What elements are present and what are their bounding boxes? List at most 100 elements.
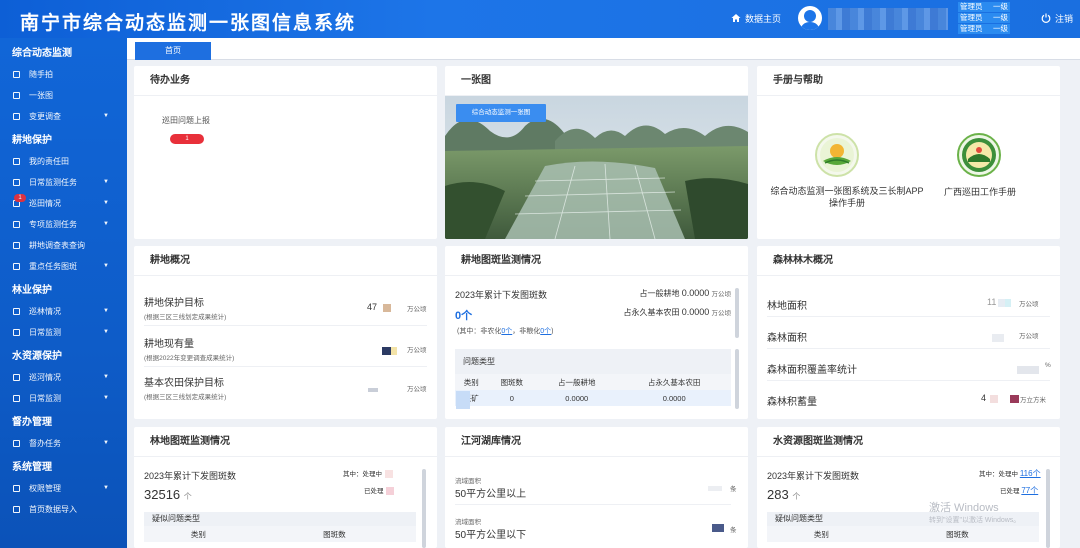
col-header: 占一般耕地 <box>558 377 596 387</box>
sidebar-section-title: 耕地保护 <box>12 135 52 146</box>
tab-home[interactable]: 首页 <box>135 42 211 60</box>
lake-row: 流域面积 50平方公里以上 条 <box>455 475 737 505</box>
sidebar-item-onemap[interactable]: 一张图 <box>0 85 127 106</box>
field-icon <box>13 158 20 165</box>
role-badge: 管理员 一级 <box>958 2 1010 12</box>
logout-button[interactable]: 注销 <box>1041 12 1073 25</box>
patrol-manual-link[interactable]: 广西巡田工作手册 <box>925 185 1035 198</box>
manual-link[interactable]: 综合动态监测一张图系统及三长制APP操作手册 <box>767 185 927 209</box>
scrollbar[interactable] <box>735 349 739 409</box>
row-label: 林地面积 <box>767 301 807 312</box>
table-header-row: 类别 图斑数 <box>767 526 1039 542</box>
row-label: 森林面积覆盖率统计 <box>767 365 857 376</box>
farmland-row: 基本农田保护目标 (根据三区三线划定成果统计) 万公顷 <box>144 374 427 406</box>
col-header: 类别 <box>463 377 479 387</box>
monitor-icon <box>13 329 20 336</box>
farmland-card: 耕地概况 耕地保护目标 (根据三区三线划定成果统计) 47 万公顷 耕地现有量 … <box>134 246 437 419</box>
todo-item-label[interactable]: 巡田问题上报 <box>162 115 210 126</box>
lake-row: 流域面积 50平方公里以下 条 <box>455 516 737 546</box>
sidebar-item-field-patrol[interactable]: 1 巡田情况 ▼ <box>0 193 127 214</box>
scrollbar[interactable] <box>422 469 426 548</box>
row-value-redacted <box>1017 361 1039 379</box>
card-title: 待办业务 <box>134 66 437 96</box>
gear-icon <box>13 485 20 492</box>
chevron-down-icon: ▼ <box>103 221 109 227</box>
home-icon <box>731 13 741 25</box>
row-value: 11 <box>987 297 1012 307</box>
map-icon <box>13 92 20 99</box>
forest-card: 森林林木概况 林地面积 11 万公顷 森林面积 万公顷 森林面积覆盖率统计 % … <box>757 246 1060 419</box>
sidebar-item-change-survey[interactable]: 变更调查 ▼ <box>0 106 127 127</box>
table-cell: 0.0000 <box>662 393 686 403</box>
chevron-down-icon: ▼ <box>103 485 109 491</box>
sidebar-item-key-patches[interactable]: 重点任务图斑 ▼ <box>0 256 127 277</box>
help-card: 手册与帮助 综合动态监测一张图系统及三长制APP操作手册 广西巡田工作手册 <box>757 66 1060 239</box>
processed-link[interactable]: 77个 <box>1021 486 1038 495</box>
table-header-row: 类别 图斑数 <box>144 526 416 542</box>
todo-card: 待办业务 巡田问题上报 1 <box>134 66 437 239</box>
forest-row: 森林面积 万公顷 <box>767 318 1050 349</box>
row-value: 4 <box>981 393 1020 403</box>
col-header: 图斑数 <box>500 377 524 387</box>
todo-count-badge[interactable]: 1 <box>170 134 204 144</box>
row-value: 47 <box>367 302 392 312</box>
role-list: 管理员 一级 管理员 一级 管理员 一级 <box>958 2 1010 35</box>
general-farmland-stat: 占一般耕地 0.0000 万公顷 <box>639 288 732 298</box>
row-unit: 万公顷 <box>407 347 427 354</box>
scrollbar[interactable] <box>735 288 739 338</box>
avatar[interactable] <box>798 6 822 30</box>
processing-link[interactable]: 116个 <box>1020 469 1041 478</box>
tab-bar: 首页 <box>127 38 1080 60</box>
row-sub: 流域面积 <box>455 519 481 526</box>
col-header: 图斑数 <box>323 529 346 539</box>
role-badge: 管理员 一级 <box>958 24 1010 34</box>
processed-stat: 已处理 77个 <box>1000 486 1039 495</box>
sidebar-item-my-fields[interactable]: 我的责任田 <box>0 151 127 172</box>
farmland-row: 耕地现有量 (根据2022年变更调查成果统计) 万公顷 <box>144 335 427 367</box>
table-row[interactable]: 采矿 0 0.0000 0.0000 <box>455 390 731 406</box>
row-value-redacted <box>992 329 1004 347</box>
row-unit: 万公顷 <box>407 306 427 313</box>
sidebar-item-forest-daily[interactable]: 日常监测 ▼ <box>0 322 127 343</box>
sidebar-item-permissions[interactable]: 权限管理 ▼ <box>0 478 127 499</box>
sidebar-item-data-import[interactable]: 首页数据导入 <box>0 499 127 520</box>
chevron-down-icon: ▼ <box>103 374 109 380</box>
sidebar-item-daily-tasks[interactable]: 日常监测任务 ▼ <box>0 172 127 193</box>
home-link[interactable]: 数据主页 <box>731 12 781 25</box>
sidebar-item-forest-patrol[interactable]: 巡林情况 ▼ <box>0 301 127 322</box>
card-title: 手册与帮助 <box>757 66 1060 96</box>
sidebar-item-snapshot[interactable]: 随手拍 <box>0 64 127 85</box>
year-label: 2023年累计下发图斑数 <box>455 290 548 300</box>
row-value-redacted <box>708 480 722 498</box>
problem-table: 类别 图斑数 占一般耕地 占永久基本农田 采矿 0 0.0000 0.0000 <box>455 374 731 406</box>
app-title: 南宁市综合动态监测一张图信息系统 <box>20 12 357 34</box>
sidebar-item-survey-query[interactable]: 耕地调查表查询 <box>0 235 127 256</box>
chevron-down-icon: ▼ <box>103 308 109 314</box>
manual-logo-icon[interactable] <box>815 133 859 177</box>
scrollbar[interactable] <box>1046 469 1050 548</box>
forest-monitor-card: 林地图斑监测情况 2023年累计下发图斑数 32516 个 其中：处理中 已处理… <box>134 427 437 548</box>
sidebar-item-special-tasks[interactable]: 专项监测任务 ▼ <box>0 214 127 235</box>
col-header: 占永久基本农田 <box>647 377 701 387</box>
table-cell: 0.0000 <box>565 393 589 403</box>
problem-type-header: 问题类型 <box>455 349 731 374</box>
sidebar-item-supervision[interactable]: 督办任务 ▼ <box>0 433 127 454</box>
survey-icon <box>13 113 20 120</box>
sub-breakdown: (其中：非农化0个，非粮化0个) <box>457 328 554 335</box>
row-unit: % <box>1045 362 1051 369</box>
patrol-manual-logo-icon[interactable] <box>957 133 1001 177</box>
onemap-button[interactable]: 综合动态监测一张图 <box>456 104 546 122</box>
forest-row: 森林积蓄量 4 万立方米 <box>767 382 1050 413</box>
sidebar-item-river-patrol[interactable]: 巡河情况 ▼ <box>0 367 127 388</box>
row-unit: 万公顷 <box>1019 333 1039 340</box>
tree-icon <box>13 308 20 315</box>
row-unit: 条 <box>730 486 737 493</box>
sidebar-item-water-daily[interactable]: 日常监测 ▼ <box>0 388 127 409</box>
import-icon <box>13 506 20 513</box>
sidebar-section-title: 林业保护 <box>12 285 52 296</box>
monitor-icon <box>13 395 20 402</box>
row-label: 50平方公里以上 <box>455 489 527 500</box>
chevron-down-icon: ▼ <box>103 113 109 119</box>
map-card: 一张图 综合动态监测一张图 <box>445 66 748 239</box>
table-cell: 0 <box>509 393 514 403</box>
